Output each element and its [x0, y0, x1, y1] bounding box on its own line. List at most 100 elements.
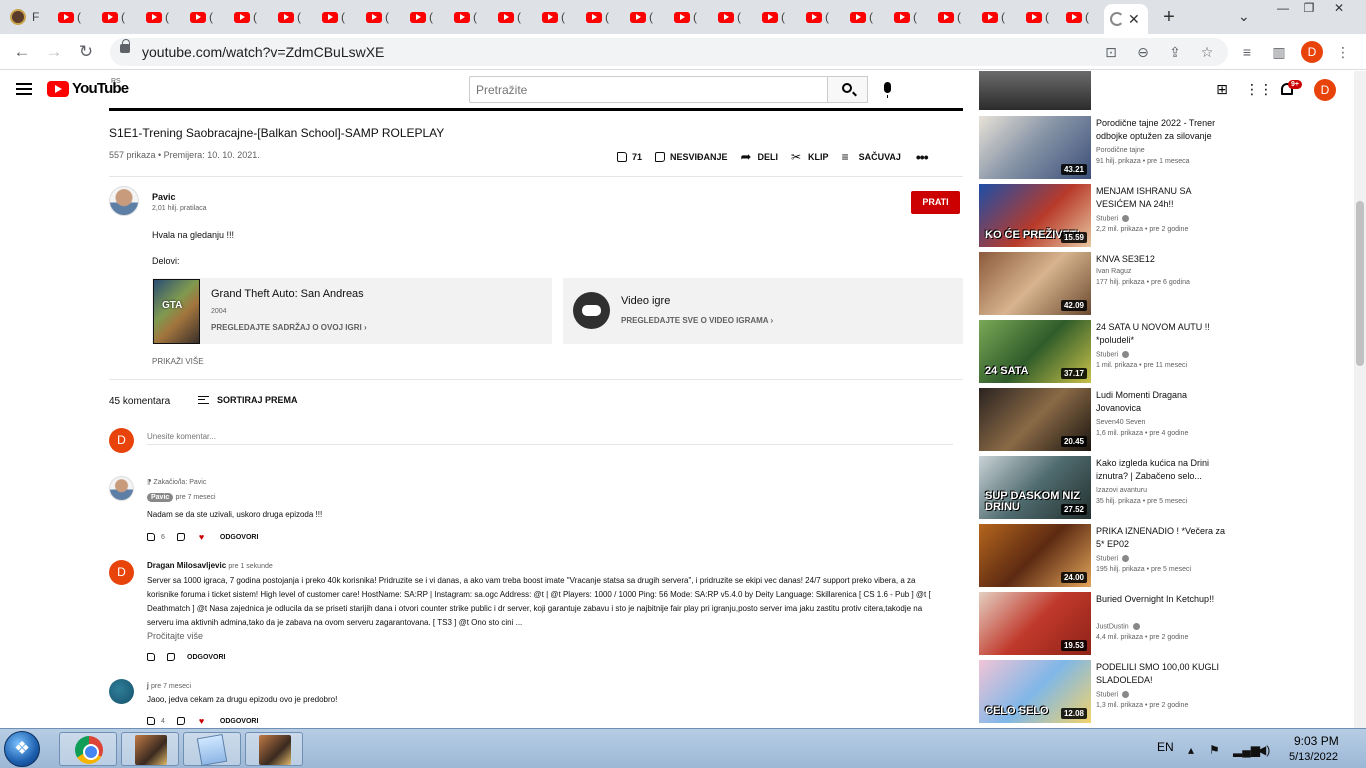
- browser-tab[interactable]: (: [406, 5, 448, 29]
- video-thumbnail[interactable]: 24.00: [979, 524, 1091, 587]
- browser-profile-avatar[interactable]: D: [1301, 41, 1323, 63]
- reply-button[interactable]: ODGOVORI: [187, 654, 226, 661]
- comment-input[interactable]: [147, 429, 953, 445]
- reply-button[interactable]: ODGOVORI: [220, 718, 259, 725]
- thumbs-up-icon[interactable]: [147, 653, 155, 661]
- recommended-video[interactable]: 24.00 PRIKA IZNENADIO ! *Večera za 5* EP0…: [979, 524, 1239, 588]
- recommended-video[interactable]: 24 SATA 37.17 24 SATA U NOVOM AUTU !! *pol…: [979, 320, 1239, 384]
- browser-tab[interactable]: (: [230, 5, 272, 29]
- recommended-channel[interactable]: Porodične tajne: [1096, 147, 1145, 154]
- address-bar[interactable]: youtube.com/watch?v=ZdmCBuLswXE ⊡ ⊖ ⇪ ☆: [110, 38, 1228, 66]
- chrome-menu-icon[interactable]: ⋮: [1331, 41, 1355, 63]
- subscribe-button[interactable]: PRATI: [911, 191, 960, 214]
- comment-time[interactable]: pre 7 meseci: [151, 683, 191, 690]
- game-link[interactable]: PREGLEDAJTE SADRŽAJ O OVOJ IGRI ›: [211, 323, 367, 332]
- bookmark-star-icon[interactable]: ☆: [1197, 43, 1217, 61]
- comment-time[interactable]: pre 1 sekunde: [228, 563, 272, 570]
- close-window-button[interactable]: ✕: [1326, 0, 1352, 18]
- thumbs-down-icon[interactable]: [167, 653, 175, 661]
- zoom-icon[interactable]: ⊖: [1133, 43, 1153, 61]
- recommended-video-title[interactable]: 24 SATA U NOVOM AUTU !! *poludeli*: [1096, 321, 1226, 347]
- commenter-avatar[interactable]: D: [109, 560, 134, 585]
- thumbs-up-icon[interactable]: [147, 533, 155, 541]
- recommended-video-title[interactable]: Ludi Momenti Dragana Jovanovica: [1096, 389, 1226, 415]
- recommended-channel[interactable]: Ivan Raguz: [1096, 268, 1131, 275]
- reply-button[interactable]: ODGOVORI: [220, 534, 259, 541]
- active-browser-tab[interactable]: ✕: [1104, 4, 1148, 34]
- browser-tab[interactable]: (: [890, 5, 932, 29]
- clock-time[interactable]: 9:03 PM: [1294, 734, 1339, 748]
- browser-tab[interactable]: (: [186, 5, 228, 29]
- comment-author[interactable]: Pavic: [147, 493, 174, 502]
- browser-tab[interactable]: (: [1062, 5, 1104, 29]
- recommended-video-title[interactable]: PODELILI SMO 100,00 KUGLI SLADOLEDA!: [1096, 661, 1226, 687]
- recommended-channel[interactable]: Stuberi: [1096, 555, 1130, 562]
- taskbar-chrome-button[interactable]: [59, 732, 117, 766]
- browser-tab[interactable]: (: [846, 5, 888, 29]
- browser-tab[interactable]: (: [54, 5, 96, 29]
- game-card[interactable]: Grand Theft Auto: San Andreas 2004 PREGL…: [152, 278, 552, 344]
- recommended-video[interactable]: 20.45 Ludi Momenti Dragana Jovanovica Seve…: [979, 388, 1239, 452]
- network-signal-icon[interactable]: ▂▄▆: [1233, 743, 1260, 757]
- show-more-button[interactable]: PRIKAŽI VIŠE: [152, 357, 204, 366]
- browser-tab[interactable]: F: [10, 5, 52, 29]
- recommended-video[interactable]: 19.53 Buried Overnight In Ketchup!! JustDu…: [979, 592, 1239, 656]
- account-avatar[interactable]: D: [1314, 79, 1336, 101]
- comment-author[interactable]: j: [147, 681, 149, 690]
- recommended-video[interactable]: 42.09 KNVA SE3E12 Ivan Raguz 177 hilj. prik…: [979, 252, 1239, 316]
- browser-tab[interactable]: (: [450, 5, 492, 29]
- recommended-channel[interactable]: Stuberi: [1096, 691, 1130, 698]
- language-indicator[interactable]: EN: [1157, 740, 1174, 754]
- browser-tab[interactable]: (: [318, 5, 360, 29]
- recommended-video-title[interactable]: Buried Overnight In Ketchup!!: [1096, 593, 1226, 606]
- taskbar-game-button[interactable]: [245, 732, 303, 766]
- browser-tab[interactable]: (: [142, 5, 184, 29]
- clip-button[interactable]: ✂ KLIP: [791, 151, 829, 163]
- restore-window-button[interactable]: ❐: [1296, 0, 1322, 18]
- reading-list-icon[interactable]: ≡: [1235, 41, 1259, 63]
- share-icon[interactable]: ⇪: [1165, 43, 1185, 61]
- read-more-link[interactable]: Pročitajte više: [147, 631, 203, 641]
- channel-avatar[interactable]: [109, 186, 139, 216]
- recommended-video[interactable]: KO ĆE PREŽIVETI 15.59 MENJAM ISHRANU SA VE…: [979, 184, 1239, 248]
- sort-comments-button[interactable]: SORTIRAJ PREMA: [198, 395, 298, 405]
- volume-icon[interactable]: ◀): [1257, 743, 1270, 757]
- browser-tab[interactable]: (: [582, 5, 624, 29]
- save-button[interactable]: ≡ SAČUVAJ: [842, 151, 901, 163]
- recommended-video-title[interactable]: KNVA SE3E12: [1096, 253, 1226, 266]
- back-arrow-icon[interactable]: ←: [10, 41, 34, 63]
- side-panel-icon[interactable]: ▥: [1267, 41, 1291, 63]
- thumbs-down-icon[interactable]: [176, 533, 185, 541]
- video-thumbnail[interactable]: CELO SELO 12.08: [979, 660, 1091, 723]
- minimize-window-button[interactable]: —: [1270, 0, 1296, 18]
- recommended-video[interactable]: 43.21 Porodične tajne 2022 - Trener odboj…: [979, 116, 1239, 180]
- share-button[interactable]: ➦ DELI: [741, 150, 779, 163]
- search-input[interactable]: [470, 77, 827, 102]
- recommended-video-title[interactable]: MENJAM ISHRANU SA VESIĆEM NA 24h!!: [1096, 185, 1226, 211]
- video-thumbnail[interactable]: 42.09: [979, 252, 1091, 315]
- taskbar-notepad-button[interactable]: [183, 732, 241, 767]
- recommended-channel[interactable]: Stuberi: [1096, 215, 1130, 222]
- browser-tab[interactable]: (: [934, 5, 976, 29]
- thumbs-down-icon[interactable]: [176, 717, 185, 725]
- start-button[interactable]: [4, 731, 40, 767]
- recommended-video-title[interactable]: Kako izgleda kućica na Drini iznutra? | …: [1096, 457, 1226, 483]
- forward-arrow-icon[interactable]: →: [42, 41, 66, 63]
- tab-search-chevron-icon[interactable]: ⌄: [1238, 8, 1250, 25]
- video-thumbnail[interactable]: 24 SATA 37.17: [979, 320, 1091, 383]
- search-button[interactable]: [828, 76, 868, 103]
- new-tab-button[interactable]: +: [1158, 6, 1180, 29]
- video-thumbnail[interactable]: KO ĆE PREŽIVETI 15.59: [979, 184, 1091, 247]
- browser-tab[interactable]: (: [274, 5, 316, 29]
- recommended-video[interactable]: SUP DASKOM NIZ DRINU 27.52 Kako izgleda ku…: [979, 456, 1239, 520]
- install-app-icon[interactable]: ⊡: [1101, 43, 1121, 61]
- video-thumbnail[interactable]: 43.21: [979, 116, 1091, 179]
- lock-icon[interactable]: [120, 39, 130, 53]
- show-hidden-icons-icon[interactable]: ▴: [1188, 743, 1194, 757]
- browser-tab[interactable]: (: [802, 5, 844, 29]
- dislike-button[interactable]: NESVIĐANJE: [655, 152, 728, 162]
- like-button[interactable]: 71: [617, 152, 642, 162]
- action-center-icon[interactable]: ⚑: [1209, 743, 1220, 757]
- thumbs-up-icon[interactable]: [147, 717, 155, 725]
- scrollbar-thumb[interactable]: [1356, 201, 1364, 366]
